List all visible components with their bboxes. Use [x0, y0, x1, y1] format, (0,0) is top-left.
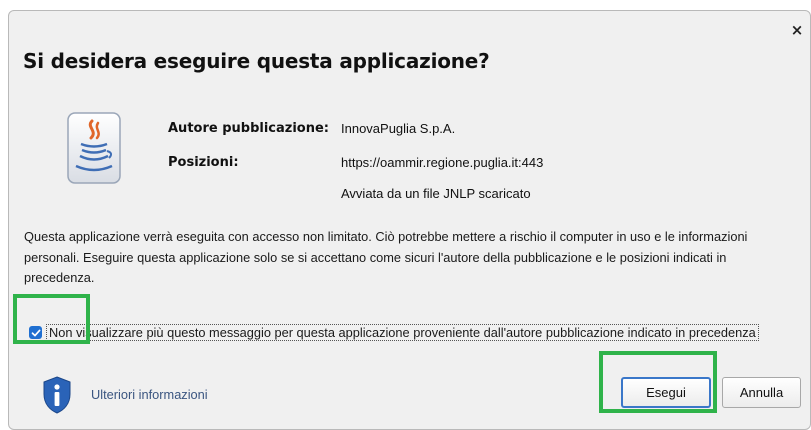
- more-info-link[interactable]: Ulteriori informazioni: [91, 387, 208, 402]
- warning-text: Questa applicazione verrà eseguita con a…: [24, 227, 809, 289]
- run-button[interactable]: Esegui: [621, 377, 711, 408]
- checkmark-icon: [31, 329, 40, 336]
- warning-line: precedenza.: [24, 270, 95, 285]
- dont-show-again-row[interactable]: Non visualizzare più questo messaggio pe…: [29, 324, 759, 341]
- warning-line: Questa applicazione verrà eseguita con a…: [24, 229, 748, 244]
- dialog-title: Si desidera eseguire questa applicazione…: [23, 49, 490, 73]
- locations-label: Posizioni:: [168, 155, 239, 170]
- java-coffee-cup-icon: [67, 112, 121, 184]
- location-note: Avviata da un file JNLP scaricato: [341, 186, 531, 201]
- dont-show-again-checkbox[interactable]: [29, 326, 42, 339]
- shield-info-icon: [43, 376, 71, 414]
- cancel-button[interactable]: Annulla: [722, 377, 801, 408]
- dont-show-again-label[interactable]: Non visualizzare più questo messaggio pe…: [46, 324, 759, 341]
- close-icon[interactable]: ×: [788, 21, 806, 39]
- publisher-value: InnovaPuglia S.p.A.: [341, 121, 456, 136]
- security-dialog: × Si desidera eseguire questa applicazio…: [8, 10, 811, 430]
- location-url: https://oammir.regione.puglia.it:443: [341, 155, 544, 170]
- warning-line: personali. Eseguire questa applicazione …: [24, 249, 727, 265]
- publisher-label: Autore pubblicazione:: [168, 121, 330, 136]
